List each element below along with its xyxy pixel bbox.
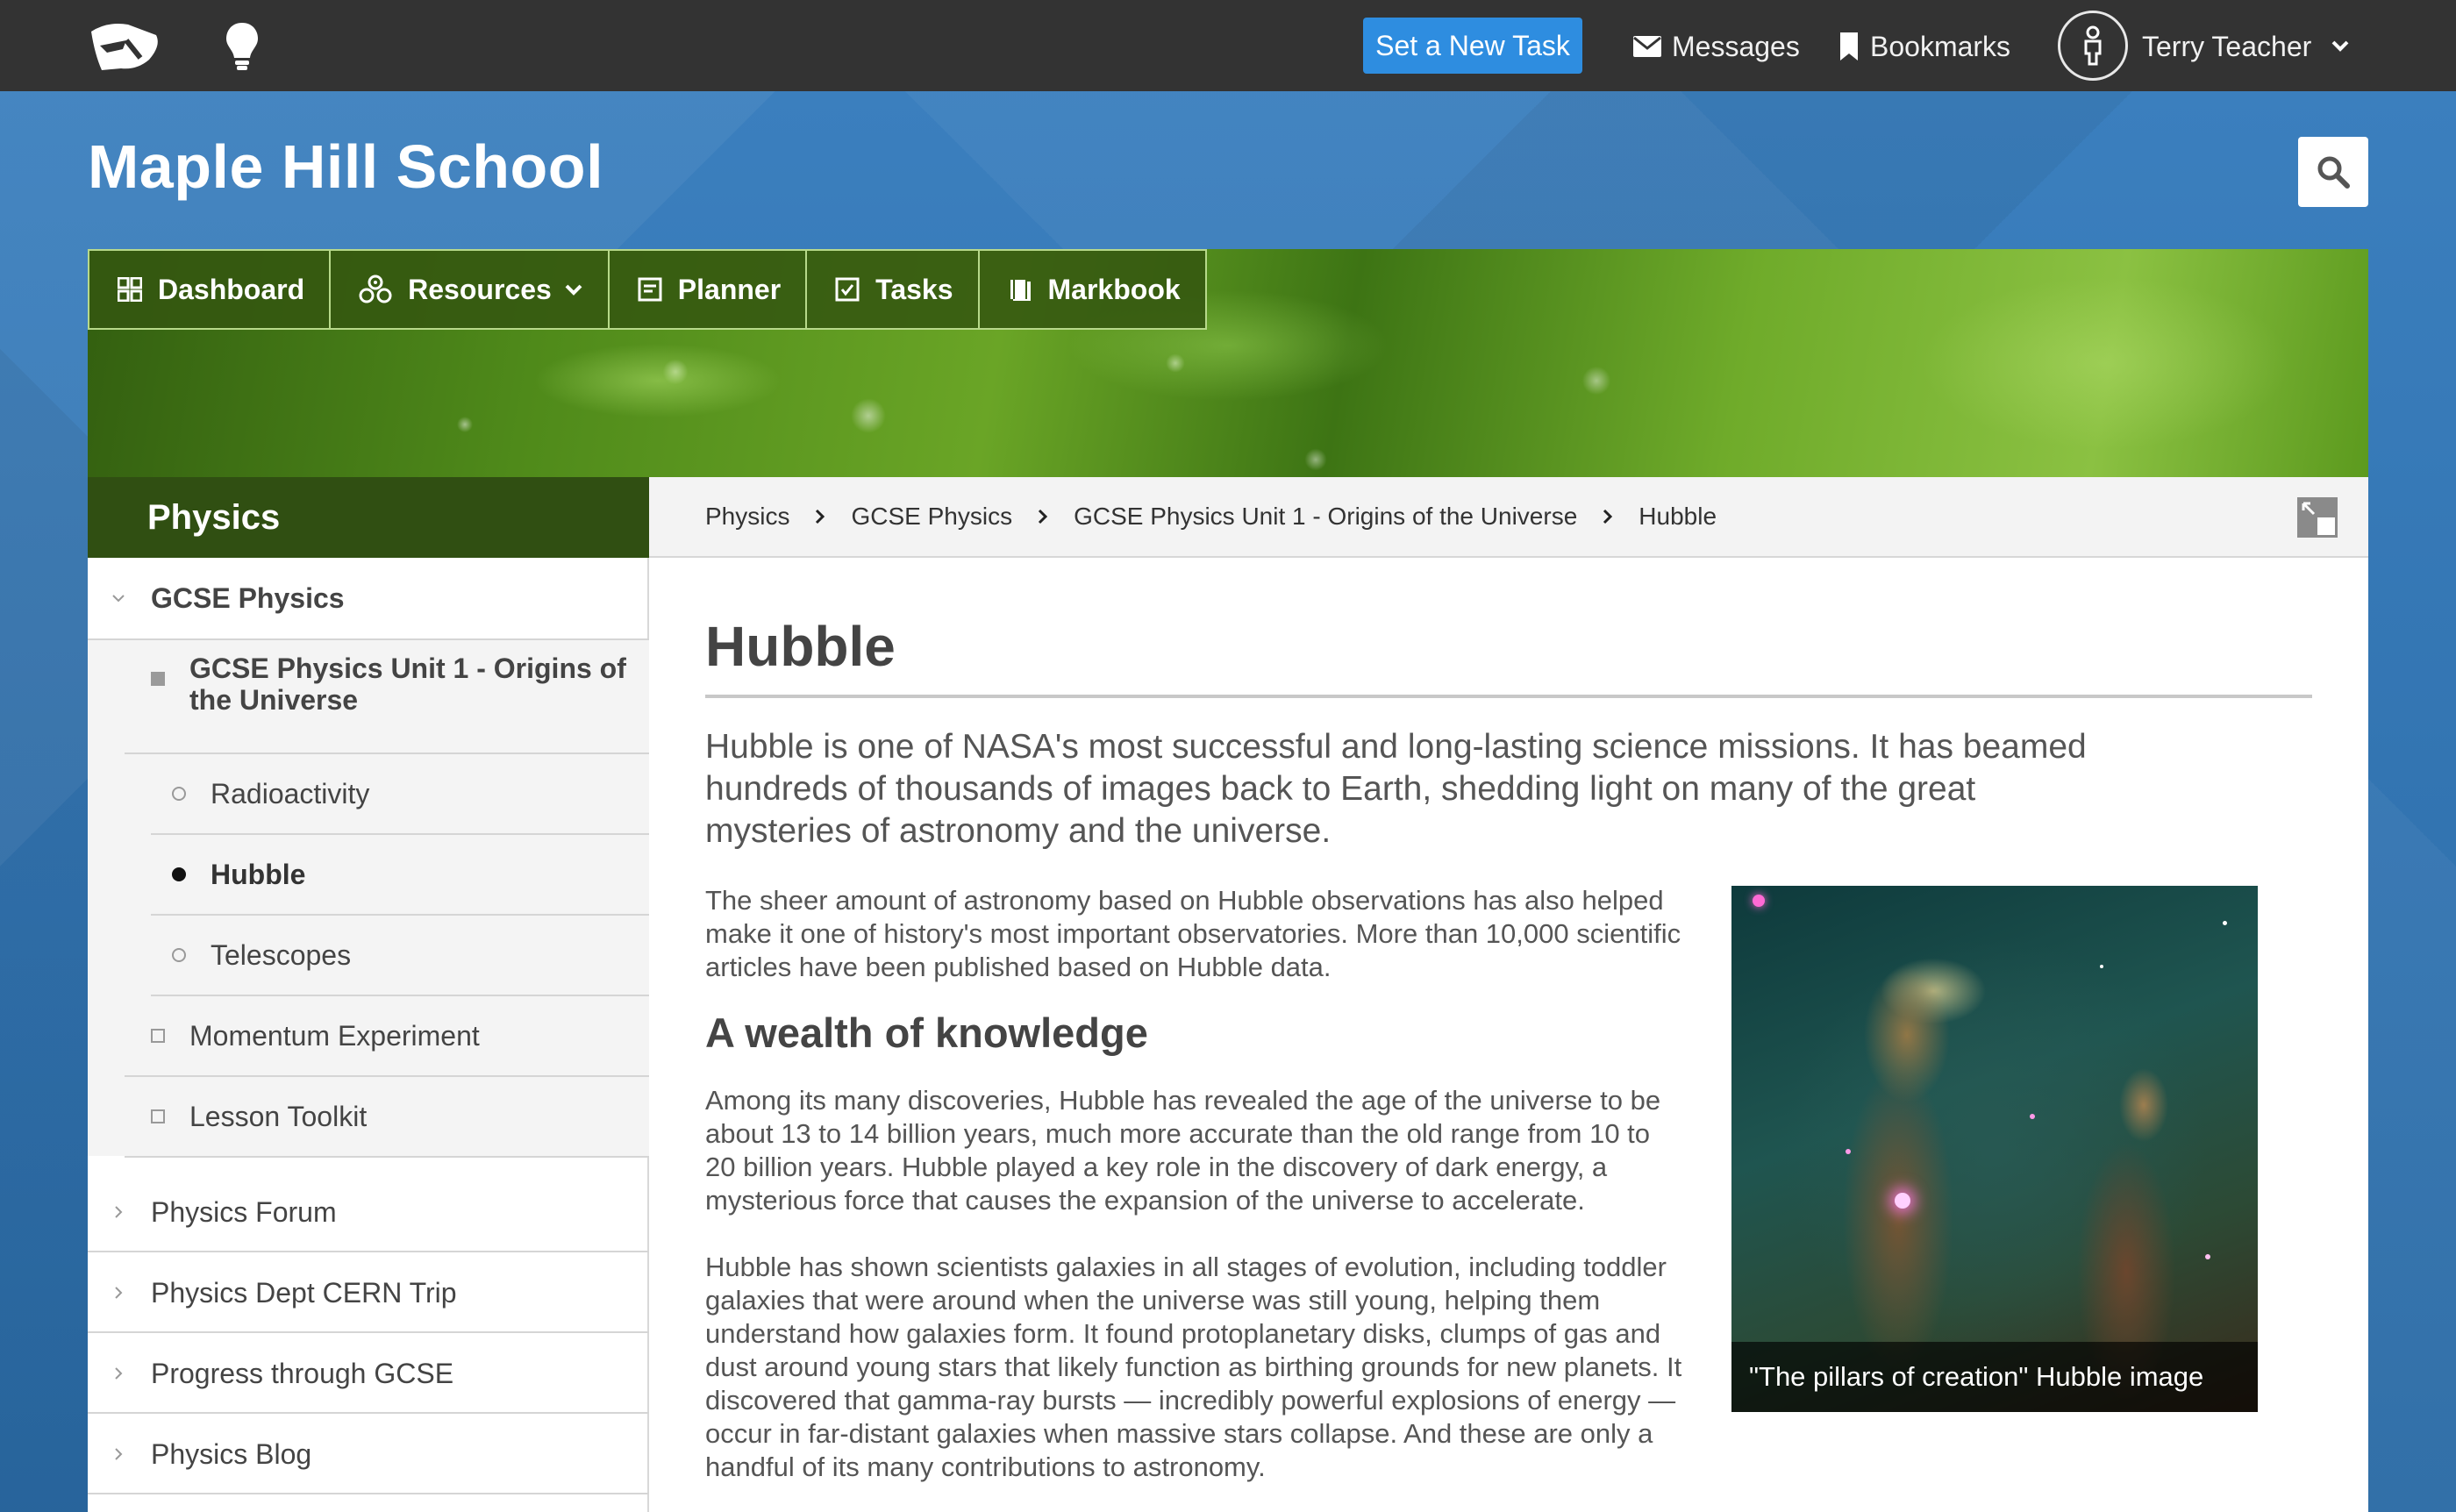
chevron-right-icon: [115, 1287, 123, 1299]
nav-dashboard-label: Dashboard: [158, 273, 305, 305]
sidebar-item-label: Telescopes: [211, 938, 352, 971]
image-caption: "The pillars of creation" Hubble image: [1731, 1342, 2258, 1412]
nav-dashboard[interactable]: Dashboard: [88, 249, 332, 330]
breadcrumb-item[interactable]: GCSE Physics Unit 1 - Origins of the Uni…: [1074, 503, 1577, 531]
planner-icon: [638, 277, 662, 302]
sidebar-item-label: Momentum Experiment: [189, 1019, 480, 1052]
sidebar-heading: Physics: [88, 477, 649, 558]
top-bar: Set a New Task Messages Bookmarks Terry …: [0, 0, 2456, 91]
set-new-task-button[interactable]: Set a New Task: [1363, 18, 1582, 74]
app-logo-icon[interactable]: [88, 19, 161, 74]
user-name-label: Terry Teacher: [2142, 30, 2312, 62]
sidebar-item-progress-gcse[interactable]: Progress through GCSE: [88, 1333, 649, 1414]
sidebar-item-momentum-experiment[interactable]: Momentum Experiment: [88, 996, 649, 1075]
chevron-right-icon: [1039, 509, 1048, 524]
chevron-down-icon: [112, 595, 125, 603]
sidebar-item-label: Radioactivity: [211, 777, 370, 809]
nav-tasks[interactable]: Tasks: [805, 249, 980, 330]
nav-tasks-label: Tasks: [875, 273, 953, 305]
sidebar-item-lesson-toolkit[interactable]: Lesson Toolkit: [88, 1077, 649, 1156]
body-paragraph-2: Among its many discoveries, Hubble has r…: [705, 1085, 1661, 1216]
nav-planner[interactable]: Planner: [607, 249, 808, 330]
chevron-right-icon: [115, 1448, 123, 1460]
sidebar-item-hubble[interactable]: Hubble: [88, 835, 649, 914]
envelope-icon: [1633, 36, 1661, 57]
sidebar-item-physics-blog[interactable]: Physics Blog: [88, 1414, 649, 1494]
title-divider: [705, 695, 2312, 698]
sidebar-item-cern-trip[interactable]: Physics Dept CERN Trip: [88, 1252, 649, 1333]
main-nav: Dashboard Resources Planner Tasks Markbo…: [88, 249, 1207, 330]
sidebar-item-label: GCSE Physics Unit 1 - Origins of the Uni…: [189, 653, 626, 716]
sidebar-item-label: Hubble: [211, 858, 306, 890]
messages-link[interactable]: Messages: [1633, 26, 1800, 67]
school-name: Maple Hill School: [88, 132, 604, 201]
star: [1895, 1193, 1910, 1209]
search-button[interactable]: [2298, 137, 2368, 207]
star: [2223, 921, 2227, 925]
nav-markbook[interactable]: Markbook: [977, 249, 1207, 330]
sidebar-item-telescopes[interactable]: Telescopes: [88, 916, 649, 995]
hollow-circle-icon: [172, 948, 186, 962]
star: [1753, 895, 1765, 907]
hollow-circle-icon: [172, 787, 186, 801]
nav-resources[interactable]: Resources: [329, 249, 610, 330]
breadcrumb-item[interactable]: GCSE Physics: [851, 503, 1012, 531]
nav-markbook-label: Markbook: [1047, 273, 1181, 305]
filled-circle-icon: [172, 867, 186, 881]
star: [1846, 1149, 1851, 1154]
sidebar: GCSE Physics GCSE Physics Unit 1 - Origi…: [88, 558, 649, 1512]
breadcrumb-item-current: Hubble: [1639, 503, 1717, 530]
bookmarks-link[interactable]: Bookmarks: [1838, 26, 2010, 67]
user-name[interactable]: Terry Teacher: [2142, 26, 2311, 67]
person-icon: [2084, 25, 2102, 66]
sidebar-item-unit-1[interactable]: GCSE Physics Unit 1 - Origins of the Uni…: [88, 640, 649, 719]
breadcrumb: Physics GCSE Physics GCSE Physics Unit 1…: [649, 477, 2368, 558]
chevron-right-icon: [1603, 509, 1613, 524]
bookmark-icon: [1840, 32, 1858, 61]
star: [2100, 965, 2103, 968]
sidebar-item-label: Progress through GCSE: [151, 1357, 454, 1389]
resources-icon: [359, 275, 392, 303]
nav-resources-label: Resources: [408, 273, 552, 305]
sidebar-item-gcse-physics[interactable]: GCSE Physics: [88, 558, 649, 638]
hubble-image[interactable]: "The pillars of creation" Hubble image: [1731, 886, 2258, 1412]
breadcrumb-item[interactable]: Physics: [705, 503, 789, 531]
sidebar-item-label: Lesson Toolkit: [189, 1100, 368, 1132]
lead-paragraph: Hubble is one of NASA's most successful …: [705, 728, 2087, 850]
hollow-square-icon: [151, 1029, 165, 1043]
user-avatar[interactable]: [2058, 11, 2128, 81]
chevron-right-icon: [816, 509, 825, 524]
chevron-right-icon: [115, 1206, 123, 1218]
star: [2030, 1114, 2035, 1119]
messages-label: Messages: [1672, 30, 1800, 62]
filled-square-icon: [151, 672, 165, 686]
sidebar-item-label: Physics Dept CERN Trip: [151, 1276, 457, 1309]
star: [2205, 1254, 2210, 1259]
sidebar-item-label: Physics Forum: [151, 1195, 337, 1228]
lightbulb-icon[interactable]: [225, 21, 260, 72]
body-paragraph-1: The sheer amount of astronomy based on H…: [705, 885, 1681, 982]
chevron-down-icon: [565, 284, 582, 296]
chevron-right-icon: [115, 1367, 123, 1380]
section-heading: A wealth of knowledge: [705, 1009, 1148, 1056]
main-content: Hubble Hubble is one of NASA's most succ…: [649, 558, 2368, 1512]
divider: [88, 1493, 649, 1494]
expand-icon[interactable]: [2296, 496, 2338, 538]
tasks-icon: [835, 277, 860, 302]
markbook-icon: [1010, 280, 1031, 301]
hollow-square-icon: [151, 1109, 165, 1123]
divider: [125, 1156, 649, 1158]
body-paragraph-3: Hubble has shown scientists galaxies in …: [705, 1252, 1682, 1482]
nav-planner-label: Planner: [677, 273, 782, 305]
grid-icon: [118, 277, 142, 302]
page-title: Hubble: [705, 615, 896, 678]
sidebar-item-label: Physics Blog: [151, 1437, 312, 1470]
chevron-down-icon[interactable]: [2330, 35, 2351, 56]
search-icon: [2317, 156, 2350, 189]
sidebar-item-label: GCSE Physics: [151, 581, 345, 614]
sidebar-item-radioactivity[interactable]: Radioactivity: [88, 754, 649, 833]
sidebar-item-physics-forum[interactable]: Physics Forum: [88, 1172, 649, 1252]
bookmarks-label: Bookmarks: [1870, 30, 2011, 62]
